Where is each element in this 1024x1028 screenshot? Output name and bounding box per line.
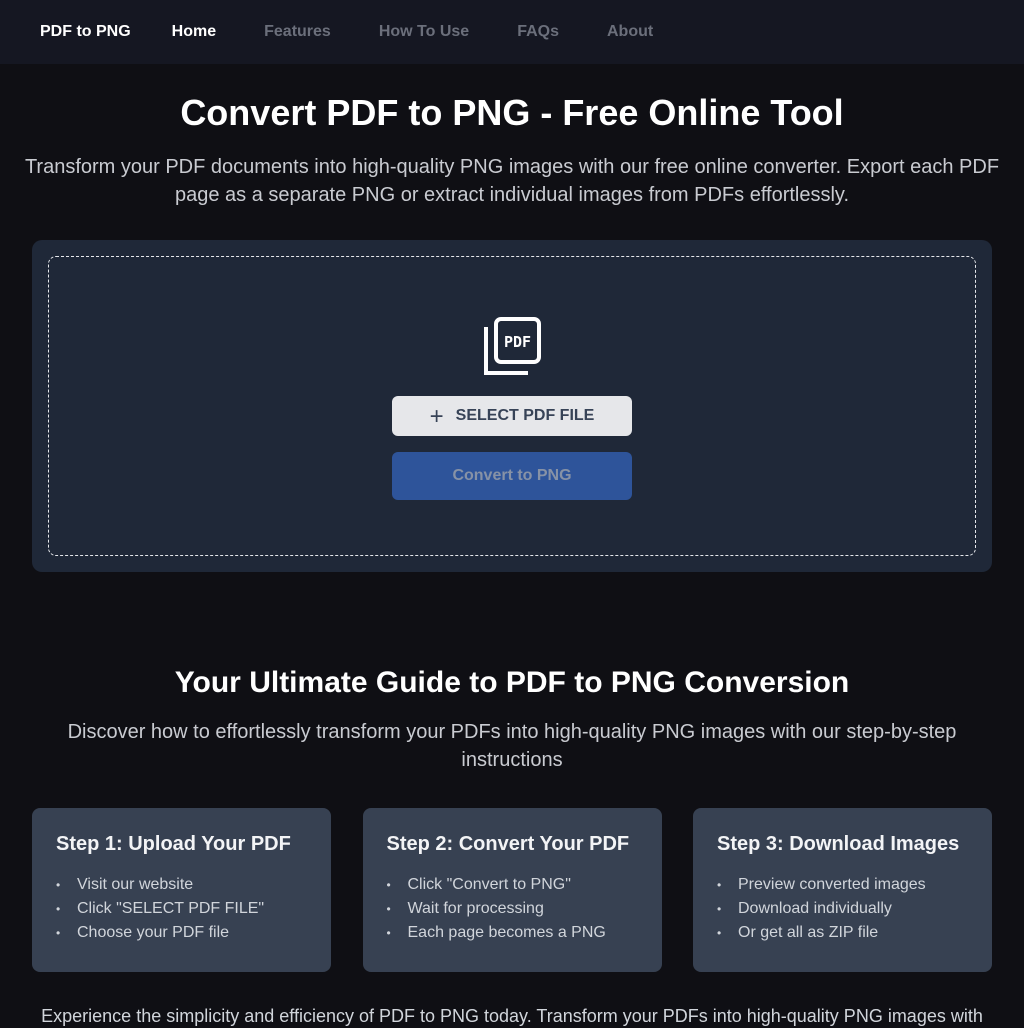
list-item: Choose your PDF file: [56, 921, 307, 945]
hero-description: Transform your PDF documents into high-q…: [24, 156, 1000, 206]
pdf-icon-text: PDF: [504, 333, 531, 351]
steps-container: Step 1: Upload Your PDF Visit our websit…: [32, 808, 992, 972]
step-card-1: Step 1: Upload Your PDF Visit our websit…: [32, 808, 331, 972]
list-item: Click "Convert to PNG": [387, 873, 638, 897]
step-list: Preview converted images Download indivi…: [717, 873, 968, 945]
select-pdf-button[interactable]: + SELECT PDF FILE: [392, 396, 632, 436]
nav-link-about[interactable]: About: [607, 23, 653, 41]
step-list: Visit our website Click "SELECT PDF FILE…: [56, 873, 307, 945]
page-title: Convert PDF to PNG - Free Online Tool: [180, 92, 844, 133]
list-item: Or get all as ZIP file: [717, 921, 968, 945]
pdf-file-icon: PDF: [484, 317, 541, 375]
guide-section: Your Ultimate Guide to PDF to PNG Conver…: [0, 664, 1024, 774]
guide-subtitle: Discover how to effortlessly transform y…: [67, 721, 957, 771]
nav-link-home[interactable]: Home: [172, 23, 216, 41]
step-title: Step 3: Download Images: [717, 833, 960, 855]
plus-icon: +: [429, 403, 444, 430]
nav-link-how-to-use[interactable]: How To Use: [379, 23, 469, 41]
footer-text: Experience the simplicity and efficiency…: [41, 1006, 983, 1026]
guide-title: Your Ultimate Guide to PDF to PNG Conver…: [174, 666, 850, 699]
list-item: Click "SELECT PDF FILE": [56, 897, 307, 921]
list-item: Download individually: [717, 897, 968, 921]
step-card-3: Step 3: Download Images Preview converte…: [693, 808, 992, 972]
file-dropzone[interactable]: PDF + SELECT PDF FILE Convert to PNG: [48, 256, 976, 556]
step-list: Click "Convert to PNG" Wait for processi…: [387, 873, 638, 945]
list-item: Wait for processing: [387, 897, 638, 921]
step-card-2: Step 2: Convert Your PDF Click "Convert …: [362, 808, 662, 972]
hero-section: Convert PDF to PNG - Free Online Tool Tr…: [0, 64, 1024, 209]
list-item: Each page becomes a PNG: [387, 921, 638, 945]
list-item: Preview converted images: [717, 873, 968, 897]
step-title: Step 2: Convert Your PDF: [386, 833, 630, 855]
upload-card: PDF + SELECT PDF FILE Convert to PNG: [32, 240, 992, 572]
select-pdf-label: SELECT PDF FILE: [455, 407, 595, 424]
step-title: Step 1: Upload Your PDF: [56, 833, 291, 855]
navbar: PDF to PNG Home Features How To Use FAQs…: [0, 0, 1024, 64]
list-item: Visit our website: [56, 873, 307, 897]
nav-link-features[interactable]: Features: [264, 23, 331, 41]
nav-link-faqs[interactable]: FAQs: [517, 23, 559, 41]
convert-to-png-button[interactable]: Convert to PNG: [392, 452, 632, 500]
brand-logo[interactable]: PDF to PNG: [40, 23, 131, 41]
